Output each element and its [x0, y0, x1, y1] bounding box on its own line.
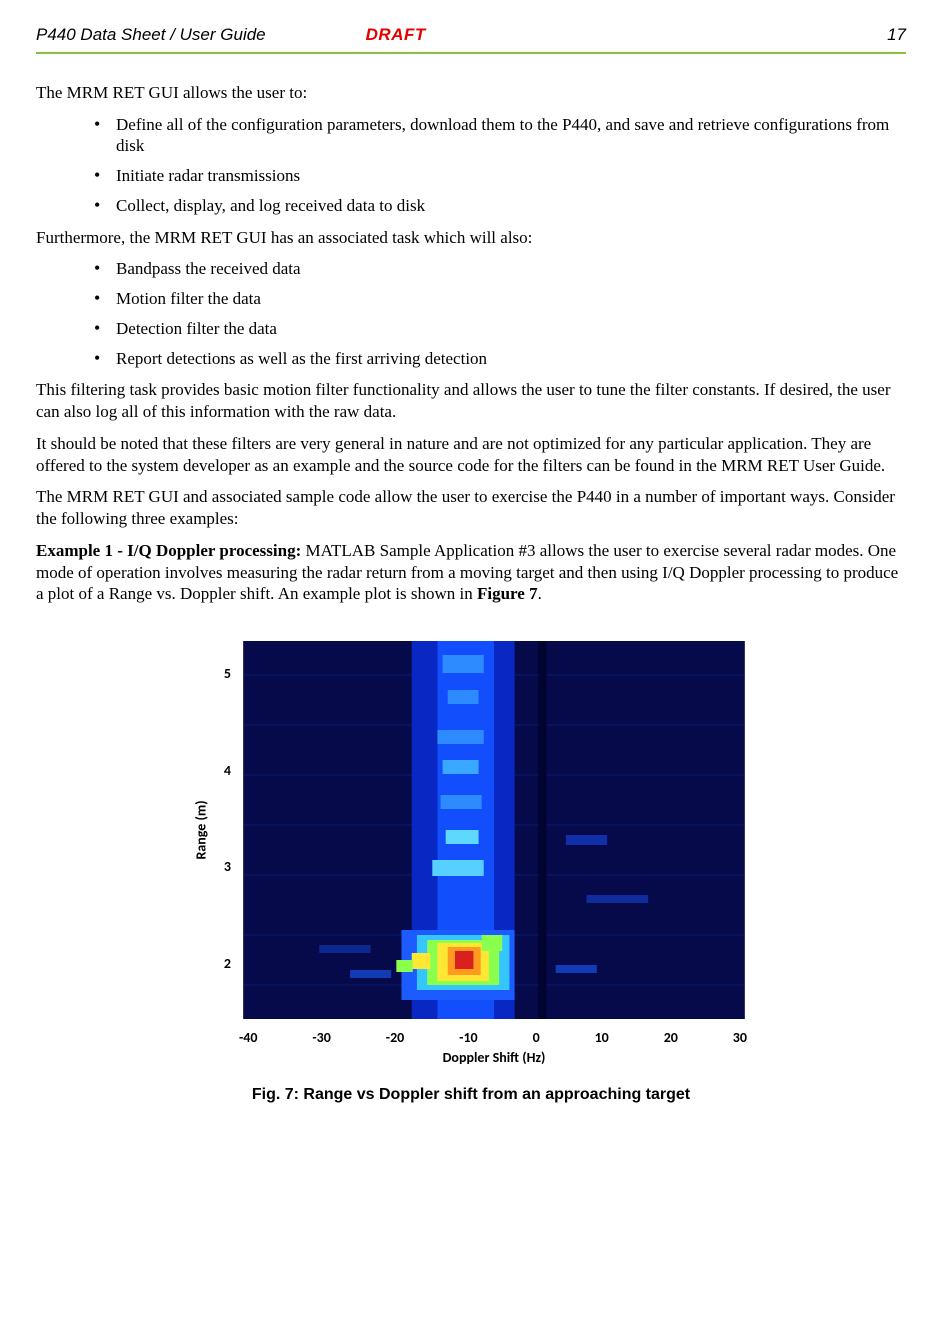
x-tick: -10 [459, 1029, 477, 1047]
body-paragraph-5: The MRM RET GUI and associated sample co… [36, 486, 906, 530]
draft-label: DRAFT [366, 24, 426, 46]
figure-7: Range (m) 5 4 3 2 [191, 635, 751, 1067]
y-tick: 3 [224, 858, 231, 876]
x-tick: 10 [595, 1029, 609, 1047]
list-item: Motion filter the data [94, 288, 906, 310]
y-tick: 4 [224, 762, 231, 780]
list-item: Report detections as well as the first a… [94, 348, 906, 370]
figure-reference: Figure 7 [477, 584, 538, 603]
y-axis-label: Range (m) [191, 635, 213, 1025]
x-axis-label: Doppler Shift (Hz) [191, 1049, 751, 1067]
x-tick: 30 [733, 1029, 747, 1047]
list-item: Collect, display, and log received data … [94, 195, 906, 217]
y-tick: 2 [224, 955, 231, 973]
x-tick: -40 [239, 1029, 257, 1047]
figure-caption: Fig. 7: Range vs Doppler shift from an a… [36, 1085, 906, 1105]
body-paragraph-4: It should be noted that these filters ar… [36, 433, 906, 477]
header-rule [36, 52, 906, 54]
list-item: Initiate radar transmissions [94, 165, 906, 187]
intro-paragraph-2: Furthermore, the MRM RET GUI has an asso… [36, 227, 906, 249]
list-item: Define all of the configuration paramete… [94, 114, 906, 158]
list-item: Bandpass the received data [94, 258, 906, 280]
example-1-paragraph: Example 1 - I/Q Doppler processing: MATL… [36, 540, 906, 605]
feature-list-1: Define all of the configuration paramete… [36, 114, 906, 217]
x-tick: -20 [386, 1029, 404, 1047]
page-number: 17 [887, 24, 906, 46]
x-tick: 0 [533, 1029, 540, 1047]
doc-title: P440 Data Sheet / User Guide [36, 24, 266, 46]
y-tick: 5 [224, 665, 231, 683]
list-item: Detection filter the data [94, 318, 906, 340]
heatmap-plot [237, 635, 751, 1025]
body-paragraph-3: This filtering task provides basic motio… [36, 379, 906, 423]
x-tick: -30 [312, 1029, 330, 1047]
intro-paragraph-1: The MRM RET GUI allows the user to: [36, 82, 906, 104]
example-1-lead: Example 1 - I/Q Doppler processing: [36, 541, 301, 560]
x-axis-ticks: -40 -30 -20 -10 0 10 20 30 [191, 1025, 751, 1047]
example-1-tail: . [538, 584, 542, 603]
x-tick: 20 [664, 1029, 678, 1047]
y-axis-ticks: 5 4 3 2 [213, 635, 237, 1025]
feature-list-2: Bandpass the received data Motion filter… [36, 258, 906, 369]
page-header: P440 Data Sheet / User Guide DRAFT 17 [36, 24, 906, 46]
